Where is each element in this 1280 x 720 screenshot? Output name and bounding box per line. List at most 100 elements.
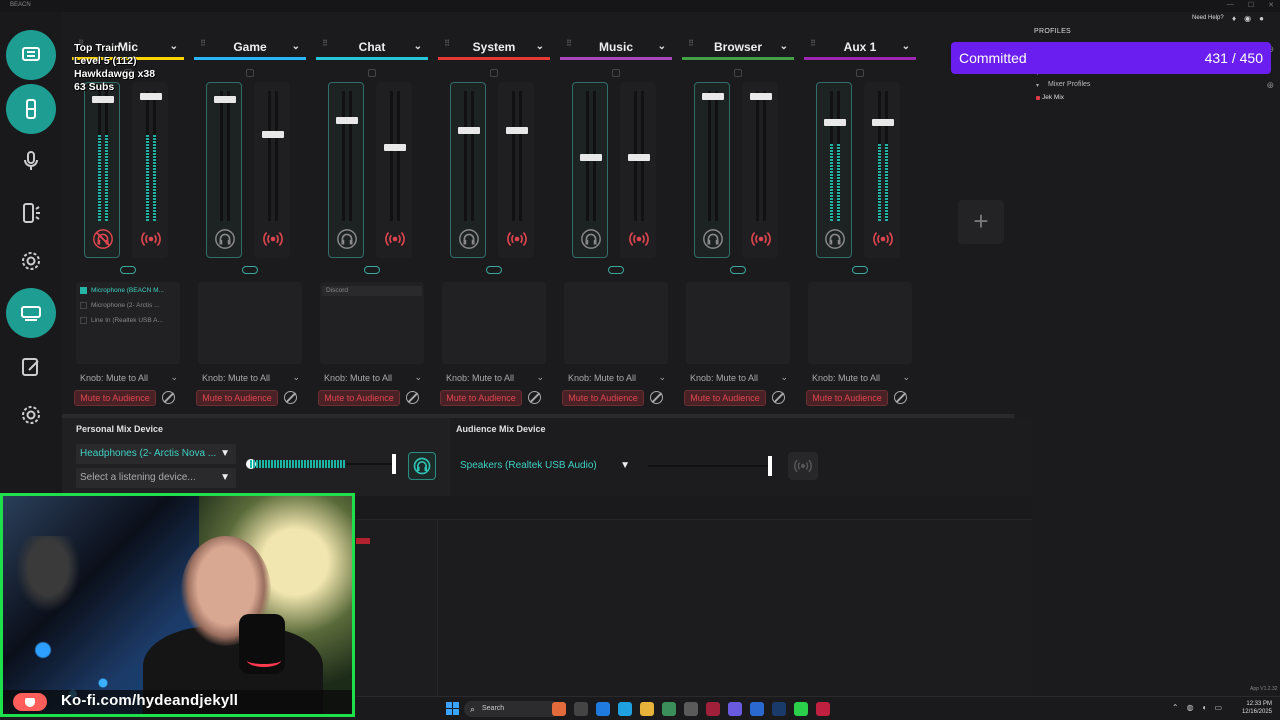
fader-knob[interactable]: [384, 143, 406, 151]
headphone-icon[interactable]: [335, 227, 359, 251]
chevron-up-icon[interactable]: ⌃: [1172, 703, 1179, 712]
listening-device-select[interactable]: Select a listening device... ▼: [76, 468, 236, 488]
block-icon[interactable]: [162, 391, 175, 404]
knob-mode-select[interactable]: Knob: Mute to All ⌄: [690, 372, 790, 383]
chevron-down-icon[interactable]: ⌄: [170, 36, 178, 58]
drag-handle-icon[interactable]: ⠿: [688, 40, 694, 50]
broadcast-muted-icon[interactable]: [505, 227, 529, 251]
user-icon[interactable]: ●: [1259, 14, 1264, 23]
chevron-down-icon[interactable]: ⌄: [658, 36, 666, 58]
knob-mode-select[interactable]: Knob: Mute to All ⌄: [324, 372, 424, 383]
link-faders-icon[interactable]: [608, 266, 624, 274]
personal-volume-slider[interactable]: [246, 454, 396, 474]
mute-to-audience-button[interactable]: Mute to Audience: [74, 390, 156, 406]
windows-start-icon[interactable]: [446, 702, 460, 716]
headphone-icon[interactable]: [701, 227, 725, 251]
chevron-down-icon[interactable]: ⌄: [780, 36, 788, 58]
edit-icon[interactable]: [6, 342, 56, 392]
audience-fader[interactable]: [498, 82, 534, 258]
audience-volume-slider[interactable]: [648, 456, 772, 476]
audience-fader[interactable]: [620, 82, 656, 258]
headphone-icon[interactable]: [457, 227, 481, 251]
block-icon[interactable]: [284, 391, 297, 404]
block-icon[interactable]: [894, 391, 907, 404]
source-item[interactable]: Discord: [322, 286, 422, 296]
fader-icon[interactable]: [6, 84, 56, 134]
link-faders-icon[interactable]: [364, 266, 380, 274]
edge-icon[interactable]: [618, 702, 632, 716]
profile-item[interactable]: Jek Mix: [1034, 93, 1278, 103]
headphone-icon[interactable]: [823, 227, 847, 251]
mute-to-audience-button[interactable]: Mute to Audience: [806, 390, 888, 406]
broadcast-muted-icon[interactable]: [383, 227, 407, 251]
fader-knob[interactable]: [140, 93, 162, 101]
discord-icon[interactable]: ◉: [1244, 14, 1251, 23]
fader-knob[interactable]: [750, 93, 772, 101]
chevron-down-icon[interactable]: ⌄: [414, 36, 422, 58]
link-faders-icon[interactable]: [120, 266, 136, 274]
folder-icon[interactable]: [640, 702, 654, 716]
personal-fader[interactable]: [572, 82, 608, 258]
mute-to-audience-button[interactable]: Mute to Audience: [562, 390, 644, 406]
chevron-down-icon[interactable]: ⌄: [536, 36, 544, 58]
app-icon[interactable]: [574, 702, 588, 716]
add-mixer-profile-icon[interactable]: ⊕: [1266, 80, 1274, 91]
volume-icon[interactable]: ◖: [1202, 703, 1207, 712]
network-icon[interactable]: ◍: [1187, 703, 1194, 712]
audience-fader[interactable]: [376, 82, 412, 258]
channel-header[interactable]: ⠿ Game ⌄: [194, 36, 306, 58]
broadcast-muted-icon[interactable]: [627, 227, 651, 251]
app-icon[interactable]: [596, 702, 610, 716]
fader-knob[interactable]: [628, 154, 650, 162]
channel-header[interactable]: ⠿ Aux 1 ⌄: [804, 36, 916, 58]
personal-fader[interactable]: [206, 82, 242, 258]
slider-thumb[interactable]: [768, 456, 772, 476]
close-button[interactable]: ✕: [1268, 1, 1274, 9]
chevron-down-icon[interactable]: ⌄: [902, 36, 910, 58]
steam-icon[interactable]: [772, 702, 786, 716]
app-icon[interactable]: [750, 702, 764, 716]
microphone-icon[interactable]: [6, 136, 56, 186]
audience-fader[interactable]: [254, 82, 290, 258]
fader-knob[interactable]: [262, 130, 284, 138]
lock-icon[interactable]: [612, 69, 620, 77]
app-icon[interactable]: [706, 702, 720, 716]
broadcast-muted-icon[interactable]: [871, 227, 895, 251]
personal-fader[interactable]: [450, 82, 486, 258]
app-icon[interactable]: [684, 702, 698, 716]
mute-to-audience-button[interactable]: Mute to Audience: [196, 390, 278, 406]
block-icon[interactable]: [772, 391, 785, 404]
link-faders-icon[interactable]: [852, 266, 868, 274]
block-icon[interactable]: [650, 391, 663, 404]
lock-icon[interactable]: [490, 69, 498, 77]
app-icon[interactable]: [816, 702, 830, 716]
drag-handle-icon[interactable]: ⠿: [566, 40, 572, 50]
fader-knob[interactable]: [872, 119, 894, 127]
settings-icon[interactable]: [6, 236, 56, 286]
mute-to-audience-button[interactable]: Mute to Audience: [440, 390, 522, 406]
source-item[interactable]: Microphone (2- Arctis ...: [80, 301, 180, 311]
broadcast-muted-icon[interactable]: [749, 227, 773, 251]
drag-handle-icon[interactable]: ⠿: [322, 40, 328, 50]
headphone-monitor-button[interactable]: [408, 452, 436, 480]
checkbox[interactable]: [80, 286, 87, 294]
app-icon[interactable]: [552, 702, 566, 716]
channel-header[interactable]: ⠿ Browser ⌄: [682, 36, 794, 58]
slider-thumb[interactable]: [392, 454, 396, 474]
headphone-icon[interactable]: [579, 227, 603, 251]
chevron-down-icon[interactable]: ▾: [1036, 82, 1039, 89]
battery-icon[interactable]: ▭: [1214, 703, 1222, 712]
link-faders-icon[interactable]: [730, 266, 746, 274]
drag-handle-icon[interactable]: ⠿: [444, 40, 450, 50]
link-faders-icon[interactable]: [242, 266, 258, 274]
app-icon[interactable]: [662, 702, 676, 716]
flame-icon[interactable]: ♦: [1232, 14, 1236, 23]
lock-icon[interactable]: [734, 69, 742, 77]
personal-fader[interactable]: [694, 82, 730, 258]
app-icon[interactable]: [794, 702, 808, 716]
need-help-link[interactable]: Need Help?: [1192, 15, 1224, 21]
knob-mode-select[interactable]: Knob: Mute to All ⌄: [202, 372, 302, 383]
broadcast-muted-icon[interactable]: [261, 227, 285, 251]
source-item[interactable]: Microphone (BEACN M...: [80, 286, 180, 296]
kofi-link[interactable]: Ko-fi.com/hydeandjekyll: [61, 692, 238, 709]
